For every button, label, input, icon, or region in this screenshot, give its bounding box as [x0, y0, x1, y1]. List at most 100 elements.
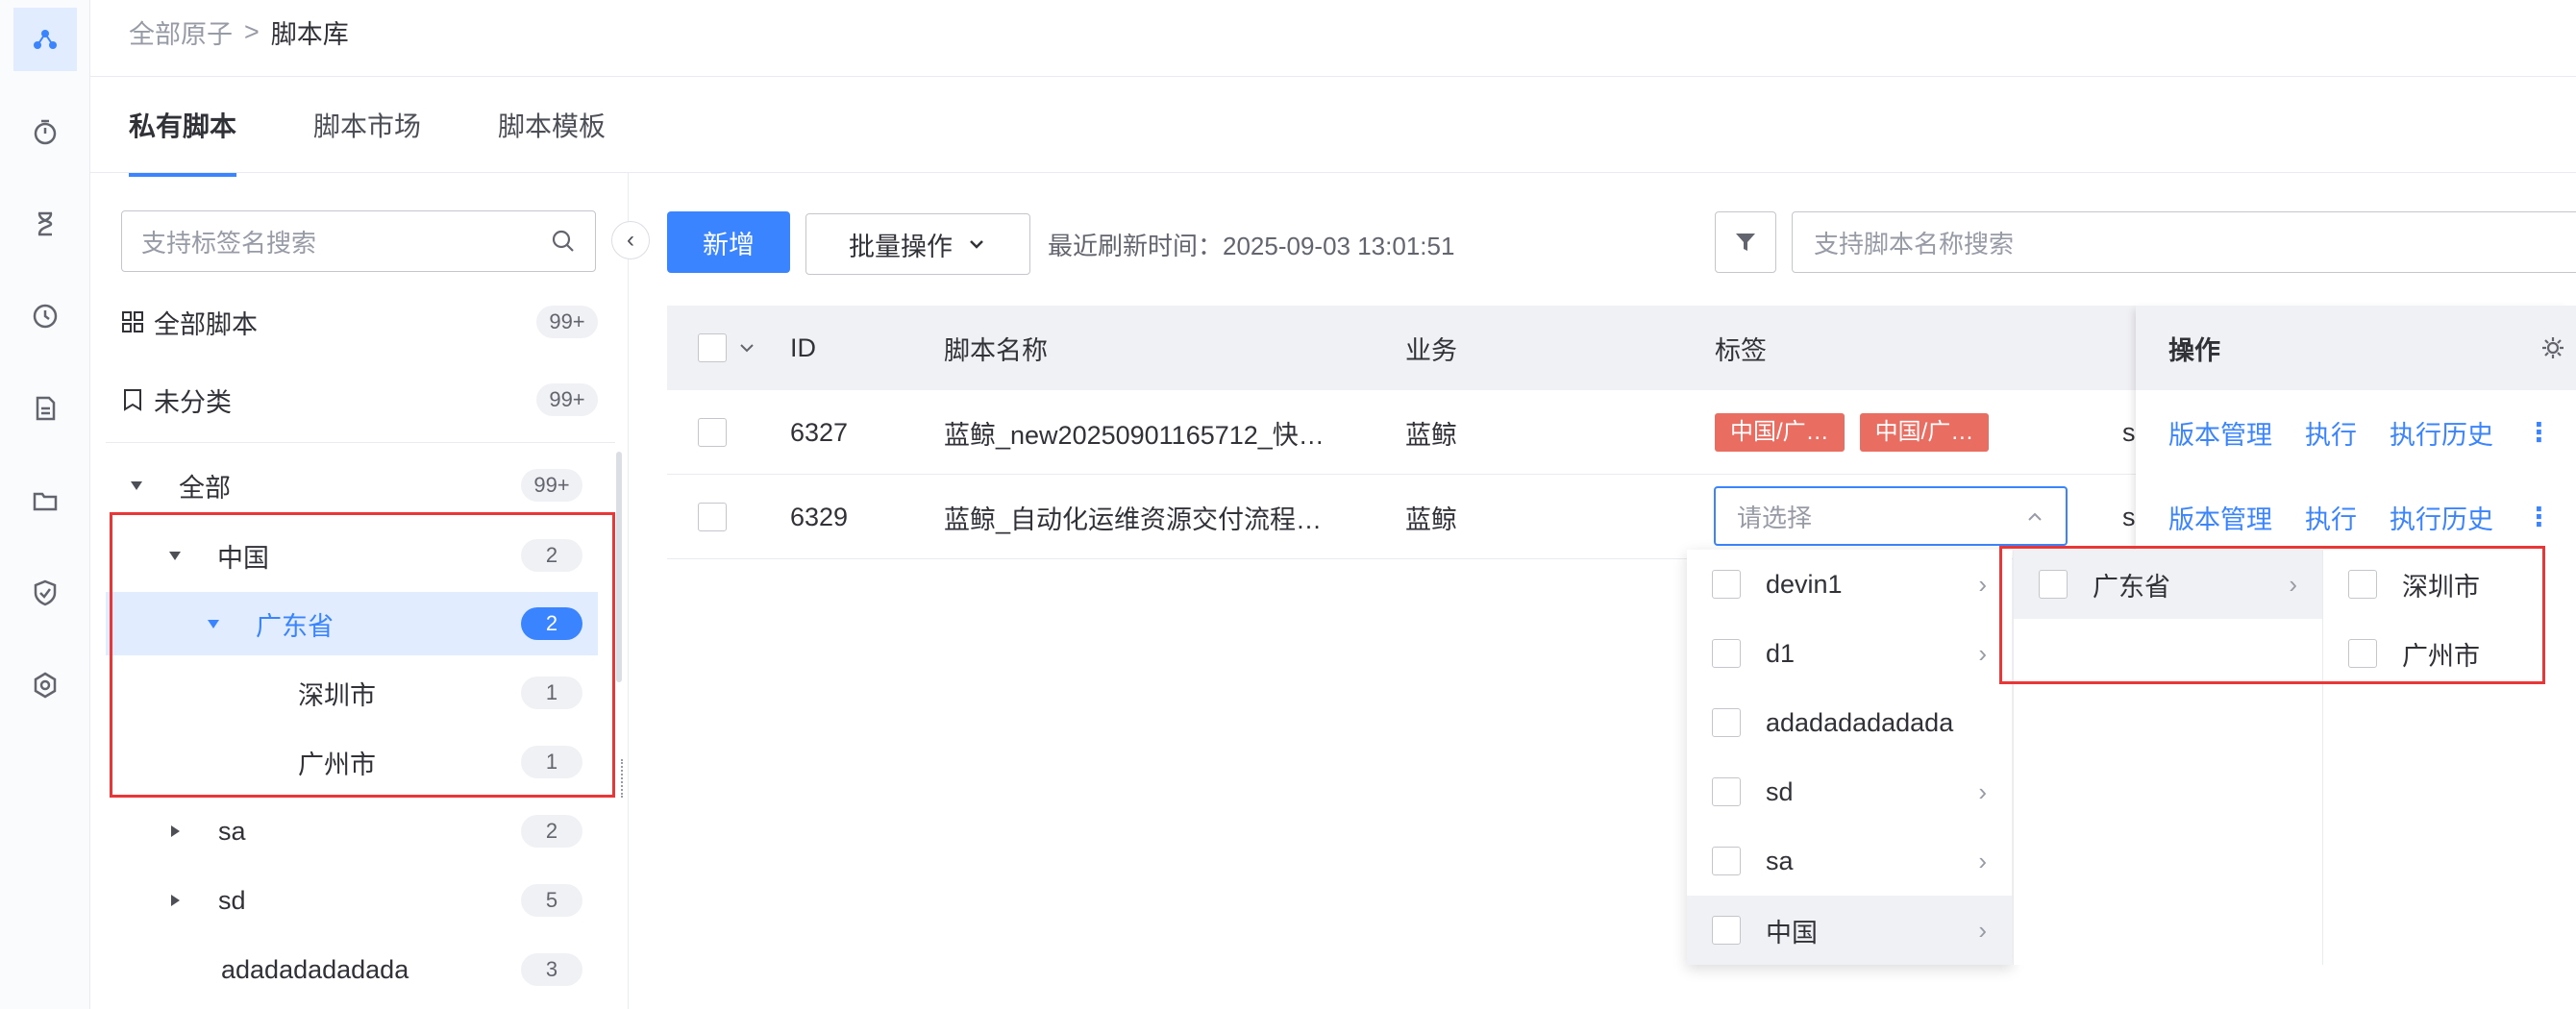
bookmark-icon — [124, 389, 141, 411]
header-divider — [90, 76, 2576, 77]
option-label: sd — [1766, 776, 1794, 806]
icon-rail — [0, 0, 90, 1009]
column-header-business[interactable]: 业务 — [1405, 306, 1457, 390]
more-icon[interactable]: ⋮ — [2526, 418, 2552, 448]
script-search-input[interactable]: 支持脚本名称搜索 — [1792, 211, 2576, 273]
cell-truncated: s — [2122, 417, 2136, 447]
cell-business: 蓝鲸 — [1405, 420, 1457, 450]
execute-link[interactable]: 执行 — [2305, 414, 2357, 452]
batch-operation-dropdown[interactable]: 批量操作 — [805, 213, 1030, 275]
collapse-sidebar-button[interactable]: ‹ — [611, 221, 650, 259]
more-icon[interactable]: ⋮ — [2526, 503, 2552, 532]
tree-node-all[interactable]: 全部 99+ — [106, 454, 598, 517]
tag-select[interactable]: 请选择 — [1714, 486, 2068, 546]
caret-down-icon[interactable] — [131, 480, 142, 490]
row-checkbox[interactable] — [698, 390, 727, 475]
checkbox[interactable] — [698, 503, 727, 531]
checkbox[interactable] — [1712, 639, 1741, 668]
tag-search-input[interactable]: 支持标签名搜索 — [121, 210, 596, 272]
count-badge: 99+ — [521, 469, 582, 502]
cascader-panel-level1: devin1 › d1 › adadadadadada sd › sa › 中国 › — [1687, 550, 2012, 965]
filter-button[interactable] — [1715, 211, 1776, 273]
resize-handle[interactable] — [621, 759, 625, 798]
cascader-option[interactable]: sa › — [1687, 826, 2012, 896]
count-badge: 2 — [521, 815, 582, 848]
document-icon[interactable] — [13, 377, 77, 440]
checkbox[interactable] — [1712, 847, 1741, 875]
checkbox[interactable] — [1712, 916, 1741, 945]
sidebar-item-label: 未分类 — [154, 387, 232, 417]
tab-script-market[interactable]: 脚本市场 — [313, 106, 421, 177]
version-manage-link[interactable]: 版本管理 — [2168, 414, 2272, 452]
tag-badge: 中国/广… — [1859, 413, 1990, 452]
chevron-up-icon — [2028, 512, 2042, 521]
folder-icon[interactable] — [13, 469, 77, 532]
cell-tags[interactable]: 中国/广… 中国/广… — [1715, 390, 2004, 475]
batch-operation-label: 批量操作 — [849, 232, 953, 261]
settings-gear-icon[interactable] — [2539, 334, 2566, 366]
cascader-option[interactable]: devin1 › — [1687, 550, 2012, 619]
hourglass-icon[interactable] — [13, 192, 77, 256]
atom-nodes-icon[interactable] — [13, 8, 77, 71]
tab-private-scripts[interactable]: 私有脚本 — [129, 106, 237, 177]
checkbox[interactable] — [1712, 708, 1741, 737]
execution-history-link[interactable]: 执行历史 — [2390, 414, 2493, 452]
tree-node-sd[interactable]: sd 5 — [106, 869, 598, 932]
sidebar-item-all-scripts[interactable]: 全部脚本 99+ — [121, 290, 613, 354]
tree-node-label: adadadadadada — [221, 954, 409, 984]
cell-script-name[interactable]: 蓝鲸_自动化运维资源交付流程… — [944, 475, 1322, 559]
row-checkbox[interactable] — [698, 475, 727, 559]
caret-right-icon[interactable] — [171, 895, 180, 906]
chevron-right-icon: › — [1978, 776, 1987, 806]
execute-link[interactable]: 执行 — [2305, 499, 2357, 536]
breadcrumb-current: 脚本库 — [270, 20, 349, 49]
execution-history-link[interactable]: 执行历史 — [2390, 499, 2493, 536]
search-icon[interactable] — [551, 229, 576, 254]
breadcrumb: 全部原子 > 脚本库 — [129, 13, 349, 51]
shield-check-icon[interactable] — [13, 561, 77, 625]
checkbox[interactable] — [698, 333, 727, 362]
sidebar-scrollbar[interactable] — [616, 452, 622, 682]
row-ops: 版本管理 执行 执行历史 ⋮ — [2168, 390, 2552, 475]
last-refresh-time: 最近刷新时间：2025-09-03 13:01:51 — [1048, 232, 1455, 260]
timer-icon[interactable] — [13, 100, 77, 163]
new-script-button[interactable]: 新增 — [667, 211, 790, 273]
chevron-right-icon: › — [1978, 915, 1987, 945]
script-tabs: 私有脚本 脚本市场 脚本模板 — [129, 106, 606, 177]
column-header-tags[interactable]: 标签 — [1715, 306, 1767, 390]
sidebar-divider — [106, 442, 615, 443]
select-all-checkbox[interactable] — [698, 306, 755, 390]
chevron-down-icon[interactable] — [738, 339, 755, 357]
tab-script-templates[interactable]: 脚本模板 — [498, 106, 606, 177]
cascader-option[interactable]: 中国 › — [1687, 896, 2012, 965]
sidebar-item-uncategorized[interactable]: 未分类 99+ — [121, 368, 613, 431]
cascader-option[interactable]: sd › — [1687, 757, 2012, 826]
cell-script-name[interactable]: 蓝鲸_new20250901165712_快… — [944, 390, 1325, 475]
highlight-box-cascader — [1999, 546, 2545, 684]
tag-search-placeholder: 支持标签名搜索 — [141, 228, 317, 258]
option-label: devin1 — [1766, 569, 1843, 599]
sidebar-item-label: 全部脚本 — [154, 309, 258, 339]
checkbox[interactable] — [698, 418, 727, 447]
option-label: d1 — [1766, 638, 1796, 668]
cascader-option[interactable]: adadadadadada — [1687, 688, 2012, 757]
cell-business: 蓝鲸 — [1405, 504, 1457, 534]
ops-column: 操作 版本管理 执行 执行历史 ⋮ 版本管理 执行 执行历史 ⋮ — [2136, 306, 2576, 561]
breadcrumb-root[interactable]: 全部原子 — [129, 13, 233, 51]
cell-id: 6327 — [790, 417, 849, 447]
cascader-option[interactable]: d1 › — [1687, 619, 2012, 688]
tag-select-placeholder: 请选择 — [1737, 503, 1813, 532]
clock-icon[interactable] — [13, 284, 77, 348]
tree-node-adadadadadada[interactable]: adadadadadada 3 — [106, 938, 598, 1001]
tree-node-sa[interactable]: sa 2 — [106, 800, 598, 863]
version-manage-link[interactable]: 版本管理 — [2168, 499, 2272, 536]
column-header-id[interactable]: ID — [790, 306, 816, 390]
column-header-ops: 操作 — [2168, 335, 2220, 365]
checkbox[interactable] — [1712, 777, 1741, 806]
chevron-right-icon: › — [1978, 846, 1987, 875]
settings-hex-icon[interactable] — [13, 653, 77, 717]
caret-right-icon[interactable] — [171, 825, 180, 837]
tag-badge: 中国/广… — [1715, 413, 1845, 452]
column-header-name[interactable]: 脚本名称 — [944, 306, 1048, 390]
checkbox[interactable] — [1712, 570, 1741, 599]
